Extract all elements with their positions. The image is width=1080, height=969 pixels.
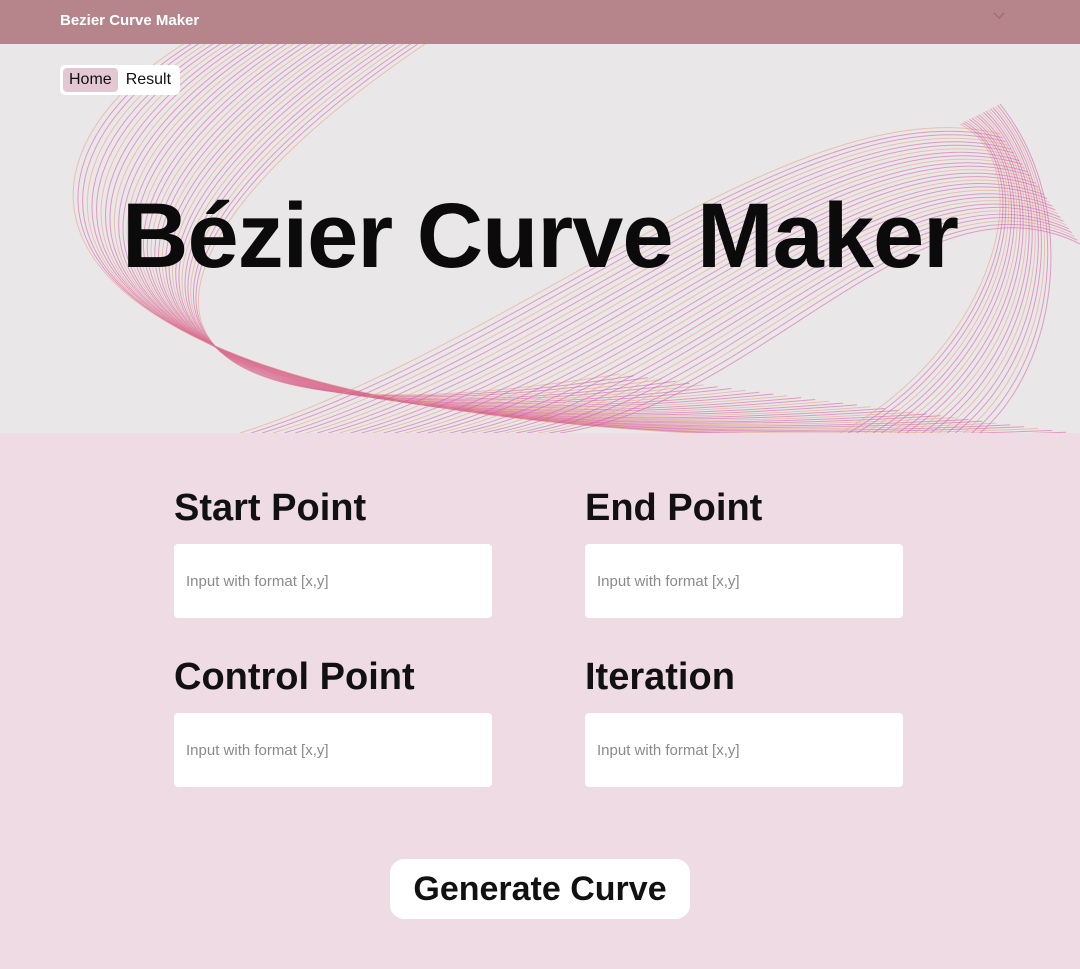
control-point-input[interactable] [174, 713, 492, 787]
page-title: Bézier Curve Maker [122, 185, 959, 287]
control-point-label: Control Point [174, 656, 415, 698]
iteration-input[interactable] [585, 713, 903, 787]
hero-banner: Home Result Bézier Curve Maker [0, 44, 1080, 433]
tab-home[interactable]: Home [63, 68, 118, 92]
top-bar: Bezier Curve Maker [0, 0, 1080, 44]
curve-form: Start Point End Point Control Point Iter… [0, 433, 1080, 969]
nav-tabs: Home Result [60, 65, 181, 95]
tab-result[interactable]: Result [120, 68, 177, 92]
iteration-label: Iteration [585, 656, 735, 698]
end-point-label: End Point [585, 487, 763, 529]
start-point-label: Start Point [174, 487, 367, 529]
start-point-input[interactable] [174, 544, 492, 618]
generate-curve-button[interactable]: Generate Curve [390, 859, 690, 919]
chevron-down-icon[interactable] [991, 9, 1007, 21]
start-point-field: Start Point [174, 481, 492, 618]
iteration-field: Iteration [585, 650, 903, 787]
control-point-field: Control Point [174, 650, 492, 787]
end-point-field: End Point [585, 481, 903, 618]
end-point-input[interactable] [585, 544, 903, 618]
app-title: Bezier Curve Maker [60, 12, 200, 29]
